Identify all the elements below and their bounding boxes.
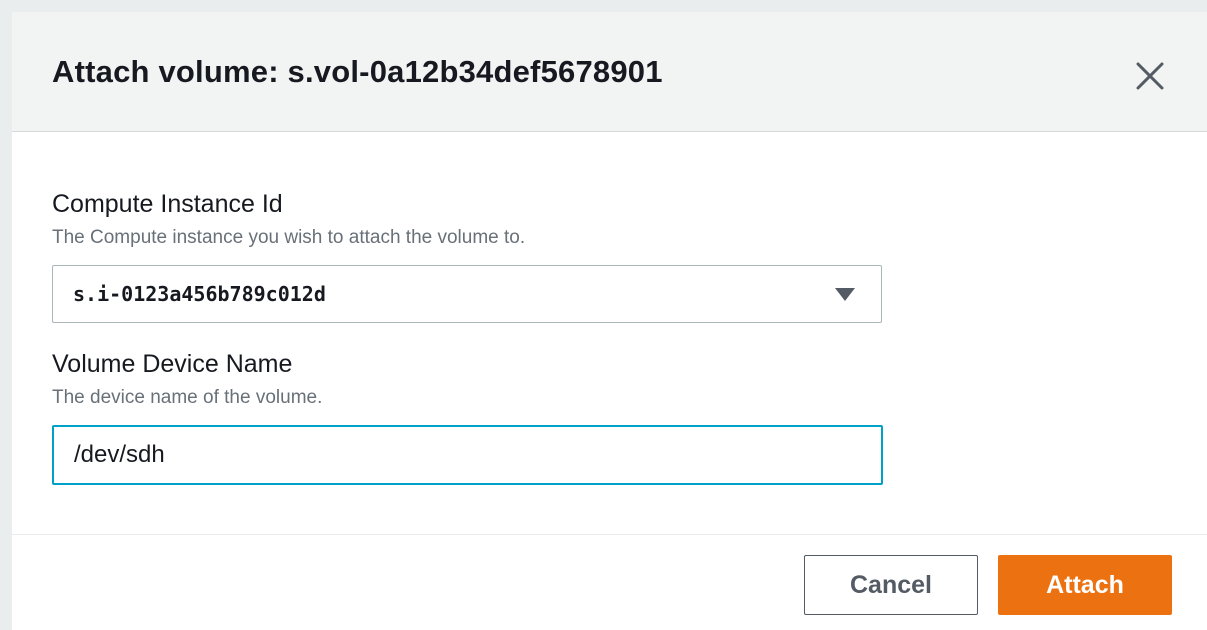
instance-field-header: Compute Instance Id The Compute instance… <box>52 190 525 249</box>
attach-button[interactable]: Attach <box>998 555 1172 615</box>
modal-title-prefix: Attach volume: <box>52 54 288 89</box>
caret-down-icon <box>835 288 855 301</box>
close-button[interactable] <box>1133 59 1167 93</box>
close-icon <box>1136 62 1164 90</box>
device-name-input[interactable] <box>52 425 883 485</box>
cancel-button[interactable]: Cancel <box>804 555 978 615</box>
device-field-label: Volume Device Name <box>52 350 293 378</box>
modal-header: Attach volume: s.vol-0a12b34def5678901 <box>12 12 1207 132</box>
device-field-description: The device name of the volume. <box>52 387 323 408</box>
volume-id: s.vol-0a12b34def5678901 <box>287 54 663 89</box>
instance-select-value: s.i-0123a456b789c012d <box>73 282 326 306</box>
modal-footer: Cancel Attach <box>12 534 1207 630</box>
modal-title: Attach volume: s.vol-0a12b34def5678901 <box>52 54 663 90</box>
device-field-header: Volume Device Name The device name of th… <box>52 350 322 409</box>
attach-volume-modal: Attach volume: s.vol-0a12b34def5678901 C… <box>12 12 1207 630</box>
instance-field-label: Compute Instance Id <box>52 190 283 218</box>
instance-select[interactable]: s.i-0123a456b789c012d <box>52 265 882 323</box>
instance-field-description: The Compute instance you wish to attach … <box>52 227 526 248</box>
